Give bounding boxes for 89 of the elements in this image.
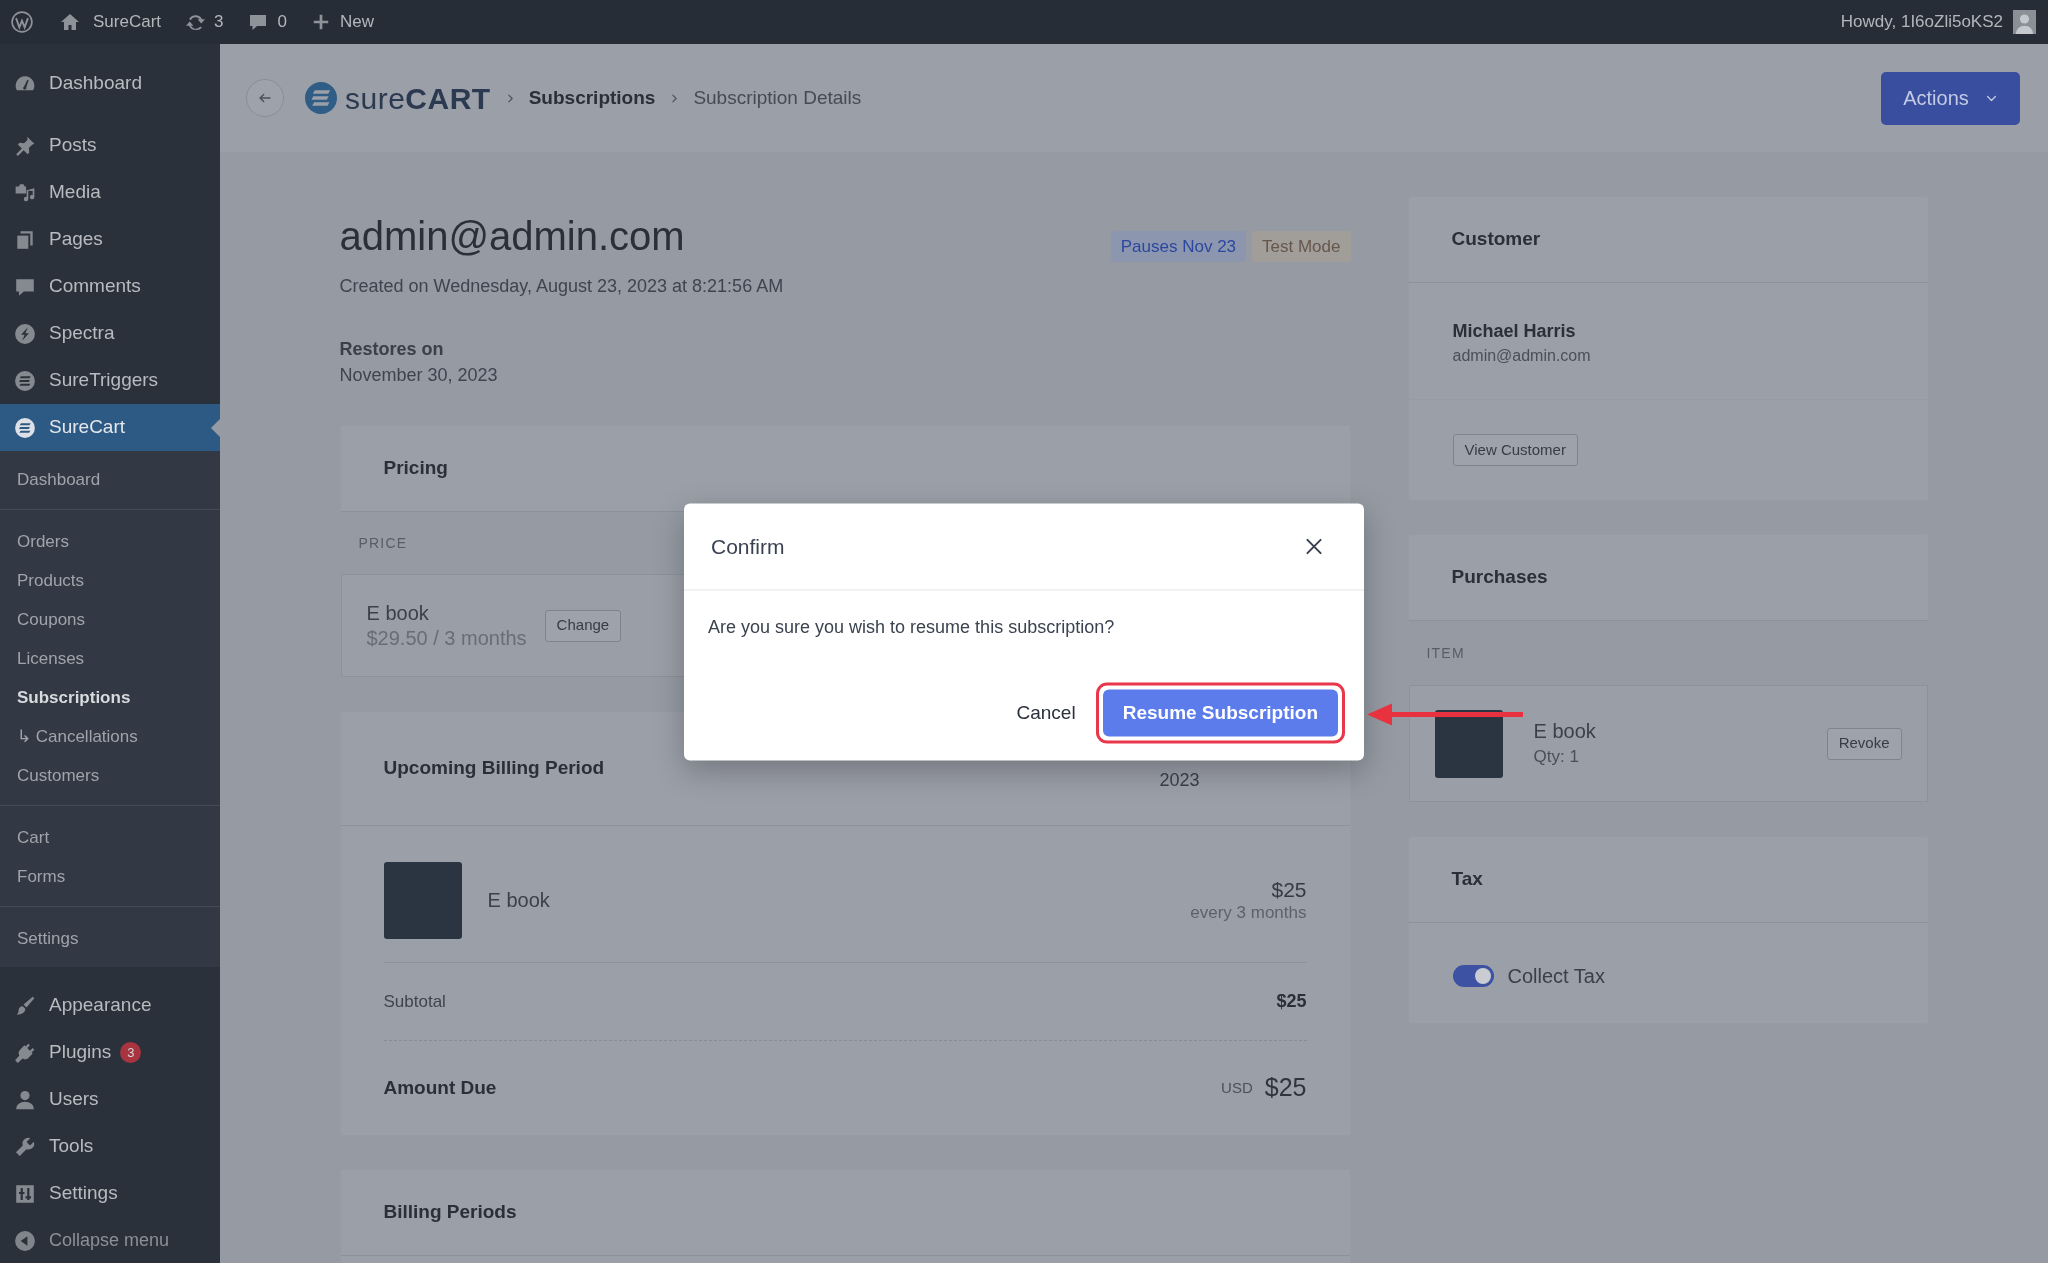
subtotal-value: $25	[1276, 990, 1307, 1013]
collapse-arrow-icon	[14, 1229, 36, 1252]
column-header: ITEM	[1426, 643, 1465, 663]
sidebar-item[interactable]: Media	[0, 169, 220, 216]
card-title: Purchases	[1451, 565, 1548, 590]
comments-link[interactable]: 0	[247, 0, 287, 44]
sidebar-item[interactable]: SureTriggers	[0, 357, 220, 404]
breadcrumb-link[interactable]: Subscriptions	[528, 83, 656, 113]
card-title: Tax	[1451, 867, 1483, 892]
sliders-icon	[14, 1182, 36, 1205]
submenu-item[interactable]: Customers	[0, 756, 220, 795]
sidebar-item[interactable]: SureCart	[0, 404, 220, 451]
camera-music-icon	[14, 181, 36, 204]
submenu-item[interactable]: ↳ Cancellations	[0, 717, 220, 756]
card-title: Upcoming Billing Period	[383, 756, 605, 781]
sidebar-item[interactable]: Dashboard	[0, 60, 220, 107]
amount-due-value: $25	[1264, 1072, 1307, 1104]
cancel-button[interactable]: Cancel	[1016, 694, 1076, 731]
quantity-text: Qty: 1	[1533, 746, 1580, 768]
logo-wordmark: sureCART	[345, 80, 491, 117]
product-name: E book	[366, 600, 430, 626]
dialog-message: Are you sure you wish to resume this subscription?	[707, 615, 1116, 638]
interval-text: every 3 months	[1190, 902, 1307, 924]
home-icon	[60, 12, 80, 32]
person-icon	[14, 1088, 36, 1111]
wrench-icon	[14, 1135, 36, 1158]
status-badge: Pauses Nov 23	[1110, 231, 1247, 262]
submenu-item[interactable]: Settings	[0, 919, 220, 958]
collapse-menu-button[interactable]: Collapse menu	[0, 1217, 220, 1263]
submenu-item[interactable]: Dashboard	[0, 460, 220, 499]
restores-label: Restores on	[339, 338, 445, 361]
sidebar-item[interactable]: Pages	[0, 216, 220, 263]
card-title: Billing Periods	[383, 1200, 517, 1225]
restores-date: November 30, 2023	[339, 364, 499, 387]
sidebar-item[interactable]: Plugins 3	[0, 1029, 220, 1076]
logo-icon	[11, 11, 33, 33]
submenu-item[interactable]: Cart	[0, 818, 220, 857]
date-text: 2023	[1159, 769, 1200, 792]
breadcrumb-current: Subscription Details	[693, 85, 862, 110]
customer-email: admin@admin.com	[1452, 346, 1592, 366]
pushpin-icon	[14, 134, 36, 157]
view-customer-button[interactable]: View Customer	[1452, 434, 1578, 466]
sidebar-item[interactable]: Tools	[0, 1123, 220, 1170]
plug-icon	[14, 1041, 36, 1064]
toggle-switch[interactable]	[1452, 965, 1494, 987]
count-badge: 3	[120, 1042, 142, 1063]
sidebar-item[interactable]: Settings	[0, 1170, 220, 1217]
submenu-item[interactable]: Subscriptions	[0, 678, 220, 717]
status-badge: Test Mode	[1252, 231, 1351, 262]
submenu-item[interactable]: Orders	[0, 522, 220, 561]
amount-due-label: Amount Due	[383, 1075, 497, 1100]
plus-icon	[311, 13, 330, 31]
revoke-button[interactable]: Revoke	[1826, 727, 1902, 760]
subtotal-label: Subtotal	[383, 990, 446, 1013]
currency-code: USD	[1221, 1077, 1253, 1098]
dialog-title: Confirm	[711, 533, 785, 560]
submenu-item[interactable]: Coupons	[0, 600, 220, 639]
logo-icon	[305, 82, 337, 114]
amount-text: $25	[1271, 877, 1307, 902]
confirm-button[interactable]: Resume Subscription	[1102, 689, 1338, 736]
account-link[interactable]: Howdy, 1I6oZli5oKS2	[1840, 0, 2048, 44]
actions-button[interactable]: Actions	[1881, 71, 2020, 125]
user-avatar-icon	[2013, 10, 2036, 34]
change-button[interactable]: Change	[544, 609, 622, 642]
submenu-item[interactable]: Licenses	[0, 639, 220, 678]
toggle-label: Collect Tax	[1507, 964, 1605, 989]
submenu-item[interactable]: Forms	[0, 857, 220, 896]
sidebar-item[interactable]: Spectra	[0, 310, 220, 357]
column-header: PRICE	[358, 533, 408, 553]
product-name: E book	[487, 888, 550, 913]
pages-icon	[14, 228, 36, 251]
page-title: admin@admin.com	[339, 213, 685, 260]
card-title: Pricing	[383, 456, 448, 481]
paintbrush-icon	[14, 994, 36, 1017]
submenu-item[interactable]: Products	[0, 561, 220, 600]
pointer-notch-icon	[211, 418, 220, 437]
card-title: Customer	[1451, 227, 1541, 252]
sidebar-item[interactable]: Comments	[0, 263, 220, 310]
created-date-text: Created on Wednesday, August 23, 2023 at 8:21:56 AM	[339, 275, 785, 298]
sidebar-item[interactable]: Posts	[0, 122, 220, 169]
updates-link[interactable]: 3	[185, 0, 224, 44]
customer-name: Michael Harris	[1452, 320, 1577, 342]
speech-bubble-icon	[247, 12, 268, 32]
product-name: E book	[1533, 719, 1596, 744]
sidebar-item[interactable]: Users	[0, 1076, 220, 1123]
site-link[interactable]: SureCart	[60, 0, 162, 44]
sidebar-item[interactable]: Appearance	[0, 982, 220, 1029]
new-content-link[interactable]: New	[311, 0, 374, 44]
photo-placeholder	[1434, 709, 1503, 778]
